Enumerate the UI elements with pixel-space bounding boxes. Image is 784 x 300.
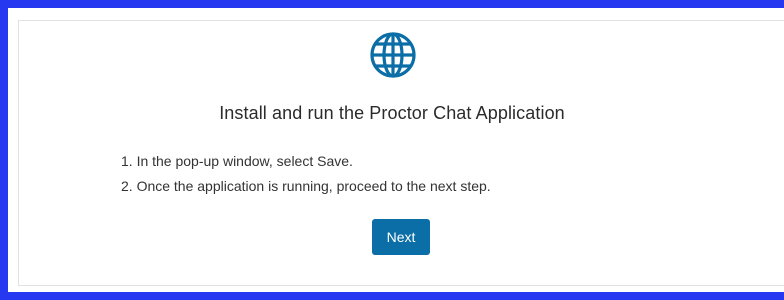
instruction-list: 1. In the pop-up window, select Save. 2.… [121,152,491,202]
instruction-step: 2. Once the application is running, proc… [121,178,491,194]
instruction-step: 1. In the pop-up window, select Save. [121,153,353,169]
page-title: Install and run the Proctor Chat Applica… [219,103,565,123]
next-button[interactable]: Next [372,219,430,255]
globe-icon [370,32,416,78]
